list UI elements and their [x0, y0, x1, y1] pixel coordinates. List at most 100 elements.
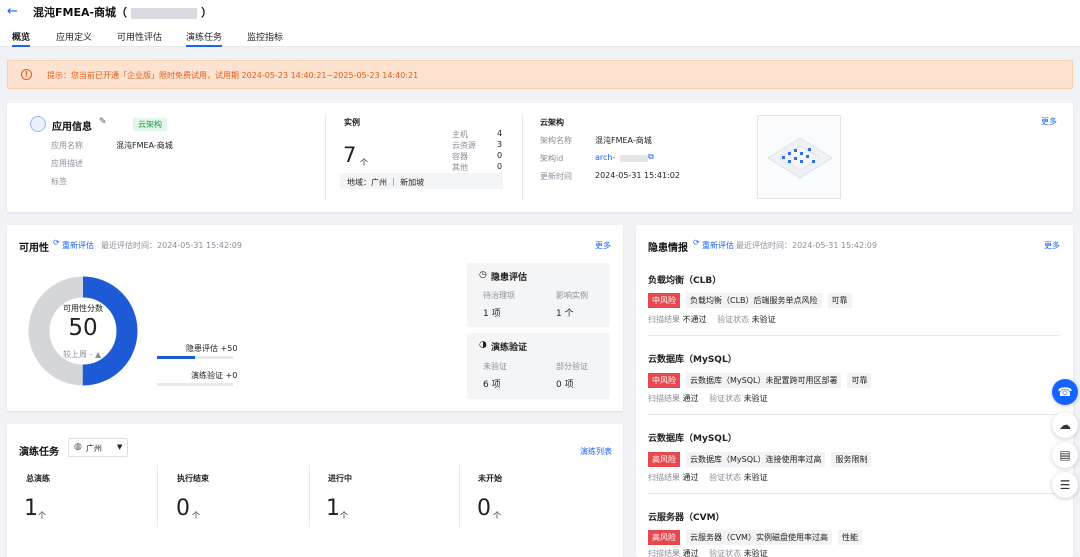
- risk-item-status: 扫描结果 通过 验证状态 未验证: [648, 472, 768, 483]
- stat-finished-value: 0: [176, 496, 190, 521]
- refresh-icon[interactable]: ⟳: [693, 238, 700, 247]
- divider: [325, 115, 326, 201]
- stat-finished-unit: 个: [192, 511, 200, 520]
- risk-level-badge: 中风险: [648, 293, 680, 308]
- scan-result-label: 扫描结果: [648, 549, 680, 557]
- stat-running-value: 1: [326, 496, 340, 521]
- tab-drill-tasks[interactable]: 演练任务: [186, 30, 223, 47]
- risk-more-link[interactable]: 更多: [1044, 240, 1060, 251]
- stat-total-unit: 个: [38, 511, 46, 520]
- availability-card: 可用性 ⟳ 重新评估 最近评估时间：2024-05-31 15:42:09 更多…: [7, 225, 623, 411]
- risk-item-tags: 高风险 云服务器（CVM）实例磁盘使用率过高 性能: [648, 530, 868, 545]
- cloud-sync-icon[interactable]: ☁: [1052, 412, 1078, 438]
- risk-desc-tag: 云数据库（MySQL）未配置跨可用区部署: [686, 373, 842, 388]
- risk-score-bar-fill: [157, 356, 195, 359]
- external-link-icon[interactable]: ⧉: [648, 152, 654, 162]
- region-text: 地域：广州 ｜ 新加坡: [347, 178, 425, 187]
- other-label: 其他: [452, 163, 468, 172]
- arch-more-link[interactable]: 更多: [1041, 116, 1057, 127]
- architecture-thumbnail[interactable]: [757, 115, 841, 199]
- risk-item-title[interactable]: 云数据库（MySQL）: [648, 431, 737, 444]
- architecture-diagram-icon: [767, 137, 833, 179]
- update-time-label: 更新时间: [540, 172, 572, 181]
- stat-not-started-value: 0: [477, 496, 491, 521]
- risk-eval-box: ◷ 隐患评估 待治理项 1 项 影响实例 1 个: [467, 263, 610, 327]
- pending-items-value: 1 项: [483, 309, 501, 319]
- other-value: 0: [497, 162, 503, 171]
- tab-overview[interactable]: 概览: [12, 30, 31, 47]
- redacted-block: [131, 7, 198, 19]
- drill-score-label: 演练验证 +0: [191, 371, 238, 380]
- risk-item-title[interactable]: 云数据库（MySQL）: [648, 352, 737, 365]
- affected-instances-label: 影响实例: [556, 291, 588, 300]
- refresh-icon[interactable]: ⟳: [53, 238, 60, 247]
- drill-list-link[interactable]: 演练列表: [580, 446, 612, 457]
- list-icon[interactable]: ☰: [1052, 472, 1078, 498]
- risk-desc-tag: 云服务器（CVM）实例磁盘使用率过高: [686, 530, 832, 545]
- book-icon[interactable]: ▤: [1052, 442, 1078, 468]
- risk-item-tags: 中风险 云数据库（MySQL）未配置跨可用区部署 可靠: [648, 373, 877, 388]
- risk-score-bar: [157, 356, 233, 359]
- risk-intel-title: 隐患情报: [648, 243, 688, 254]
- region-select[interactable]: ◍ 广州 ▼: [68, 438, 128, 457]
- scan-result-value: 通过: [682, 473, 699, 482]
- stat-total-label: 总演练: [26, 474, 50, 483]
- arch-name-value: 混沌FMEA-商城: [595, 136, 652, 145]
- availability-more-link[interactable]: 更多: [595, 240, 611, 251]
- partial-verified-value: 0 项: [556, 380, 574, 390]
- region-box: 地域：广州 ｜ 新加坡: [340, 173, 503, 189]
- scan-result-label: 扫描结果: [648, 315, 680, 324]
- reevaluate-link[interactable]: 重新评估: [62, 240, 94, 251]
- app-tags-label: 标签: [51, 177, 67, 186]
- risk-level-badge: 高风险: [648, 530, 680, 545]
- drill-tasks-card: 演练任务 ◍ 广州 ▼ 演练列表 总演练 1 个 执行结束 0 个 进行中 1 …: [7, 424, 623, 557]
- scan-result-value: 通过: [682, 549, 699, 557]
- tab-app-definition[interactable]: 应用定义: [56, 30, 92, 47]
- score-label: 可用性分数: [63, 304, 103, 313]
- risk-item-status: 扫描结果 不通过 验证状态 未验证: [648, 314, 776, 325]
- verify-status-label: 验证状态: [709, 549, 742, 557]
- back-arrow-icon[interactable]: ←: [7, 4, 18, 19]
- risk-reevaluate-link[interactable]: 重新评估: [702, 240, 734, 251]
- arch-name-label: 架构名称: [540, 136, 572, 145]
- instances-total: 7: [343, 143, 357, 167]
- divider: [648, 335, 1060, 336]
- warning-circle-icon: !: [21, 69, 32, 80]
- risk-eval-icon: ◷: [479, 270, 487, 280]
- risk-item-title[interactable]: 云服务器（CVM）: [648, 510, 725, 523]
- scan-result-label: 扫描结果: [648, 394, 680, 403]
- week-compare: 较上周 - ▲: [63, 350, 102, 359]
- affected-instances-value: 1 个: [556, 309, 574, 319]
- scan-result-label: 扫描结果: [648, 473, 680, 482]
- divider: [648, 414, 1060, 415]
- divider: [157, 465, 158, 527]
- risk-last-eval: 最近评估时间：2024-05-31 15:42:09: [736, 241, 877, 250]
- tab-monitoring[interactable]: 监控指标: [247, 30, 283, 47]
- app-icon: [30, 116, 46, 132]
- divider: [459, 465, 460, 527]
- stat-finished-label: 执行结束: [177, 474, 209, 483]
- tab-availability[interactable]: 可用性评估: [117, 30, 162, 47]
- app-title: 混沌FMEA-商城（）: [33, 6, 213, 19]
- edit-pencil-icon[interactable]: ✎: [99, 117, 107, 127]
- container-value: 0: [497, 151, 503, 160]
- trial-notice: ! 提示：您当前已开通「企业版」限时免费试用，试用期 2024-05-23 14…: [7, 60, 1073, 89]
- verify-status-value: 未验证: [743, 549, 768, 557]
- partial-verified-label: 部分验证: [556, 362, 588, 371]
- stat-not-started-unit: 个: [493, 511, 501, 520]
- risk-item-title[interactable]: 负载均衡（CLB）: [648, 273, 721, 286]
- risk-category-tag: 性能: [837, 530, 862, 545]
- risk-score-label: 隐患评估 +50: [186, 344, 238, 353]
- instances-unit: 个: [360, 158, 368, 167]
- cloud-resource-label: 云资源: [452, 141, 476, 150]
- cloud-arch-title: 云架构: [540, 118, 564, 127]
- top-bar: ← 混沌FMEA-商城（） 概览 应用定义 可用性评估 演练任务 监控指标: [0, 0, 1080, 47]
- instances-title: 实例: [344, 118, 360, 127]
- pending-items-label: 待治理项: [483, 291, 515, 300]
- scan-result-value: 不通过: [682, 315, 707, 324]
- divider: [309, 465, 310, 527]
- headset-icon[interactable]: ☎: [1052, 379, 1078, 405]
- app-desc-label: 应用描述: [51, 159, 83, 168]
- scan-result-value: 通过: [682, 394, 699, 403]
- arch-id-value[interactable]: arch-: [595, 153, 615, 162]
